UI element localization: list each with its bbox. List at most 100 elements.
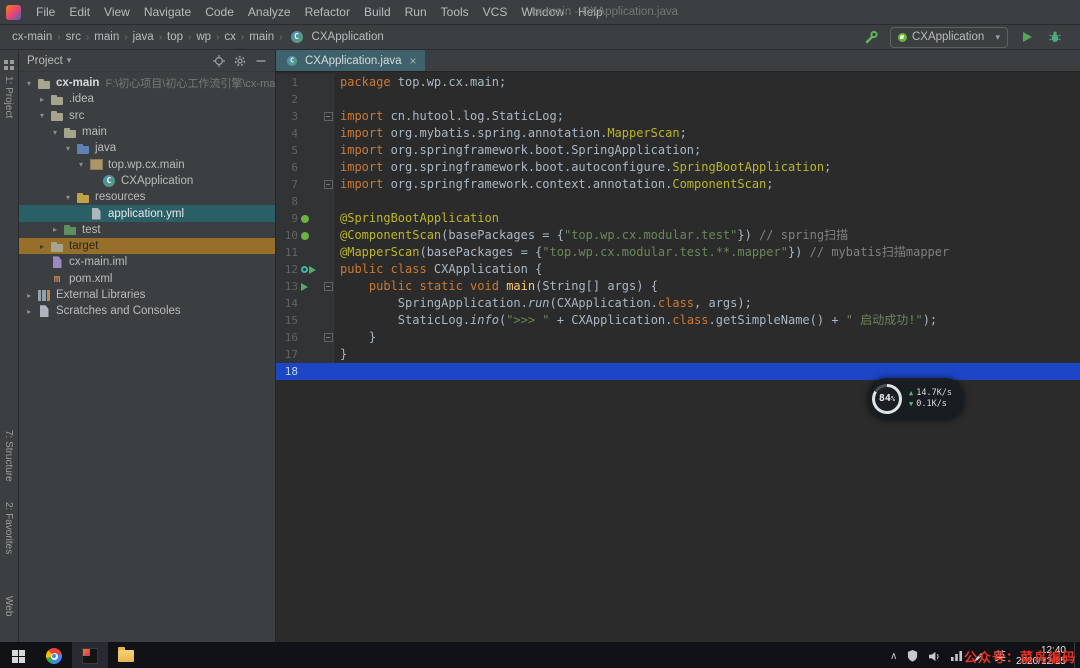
tree-item-cxapplication[interactable]: CXApplication xyxy=(19,173,275,189)
menu-code[interactable]: Code xyxy=(198,0,241,24)
code-text: public class CXApplication { xyxy=(334,261,542,278)
show-desktop-button[interactable] xyxy=(1074,642,1080,668)
fold-marker[interactable]: − xyxy=(324,333,333,342)
chevron-closed-icon[interactable]: ▸ xyxy=(36,242,48,251)
taskbar: ∧ 英 12:40 2020/12/15 公众号：菜鸟编码 xyxy=(0,642,1080,668)
tool-window-button-project[interactable]: 1: Project xyxy=(3,76,14,118)
chevron-open-icon[interactable]: ▾ xyxy=(36,111,48,120)
spring-bean-gutter-icon[interactable] xyxy=(301,215,309,223)
breadcrumb-item[interactable]: main xyxy=(247,31,276,43)
fold-marker[interactable]: − xyxy=(324,112,333,121)
tree-item-pom-xml[interactable]: pom.xml xyxy=(19,271,275,287)
tree-item-target[interactable]: ▸target xyxy=(19,238,275,254)
chevron-down-icon[interactable]: ▾ xyxy=(67,55,72,66)
menu-vcs[interactable]: VCS xyxy=(476,0,515,24)
chevron-open-icon[interactable]: ▾ xyxy=(75,160,87,169)
menu-navigate[interactable]: Navigate xyxy=(137,0,198,24)
tree-item-top-wp-cx-main[interactable]: ▾top.wp.cx.main xyxy=(19,156,275,172)
breadcrumb-separator: › xyxy=(121,32,130,43)
taskbar-clock[interactable]: 12:40 2020/12/15 xyxy=(1016,645,1066,668)
close-tab-icon[interactable]: × xyxy=(410,54,417,68)
intellij-taskbar-icon[interactable] xyxy=(72,642,108,668)
tree-item-label: External Libraries xyxy=(56,289,145,301)
chevron-closed-icon[interactable]: ▸ xyxy=(23,291,35,300)
gear-icon[interactable] xyxy=(234,55,246,67)
chevron-closed-icon[interactable]: ▸ xyxy=(36,95,48,104)
run-button[interactable] xyxy=(1018,28,1036,46)
editor-tab-cxapplication[interactable]: CXApplication.java × xyxy=(276,50,425,71)
code-text: @MapperScan(basePackages = {"top.wp.cx.m… xyxy=(334,244,949,261)
run-gutter-icon[interactable] xyxy=(301,283,308,291)
debug-button[interactable] xyxy=(1046,28,1064,46)
code-line-5: 5import org.springframework.boot.SpringA… xyxy=(276,142,1080,159)
menu-refactor[interactable]: Refactor xyxy=(298,0,357,24)
tree-item-scratches-and-consoles[interactable]: ▸Scratches and Consoles xyxy=(19,303,275,319)
hide-panel-icon[interactable] xyxy=(255,55,267,67)
code-editor[interactable]: 1package top.wp.cx.main;23−import cn.hut… xyxy=(276,72,1080,642)
net-speed-widget[interactable]: 84% ▲14.7K/s ▼0.1K/s xyxy=(868,378,964,420)
tree-item-main[interactable]: ▾main xyxy=(19,124,275,140)
tree-item-application-yml[interactable]: application.yml xyxy=(19,205,275,221)
input-language-indicator[interactable]: 英 xyxy=(994,648,1006,664)
breadcrumb-item[interactable]: main xyxy=(92,31,121,43)
breadcrumb-item-class[interactable]: CXApplication xyxy=(286,30,386,45)
wrench-icon[interactable] xyxy=(862,28,880,46)
menu-build[interactable]: Build xyxy=(357,0,398,24)
tool-window-button-web[interactable]: Web xyxy=(3,596,14,616)
menu-tools[interactable]: Tools xyxy=(434,0,476,24)
tool-windows-icon[interactable] xyxy=(4,57,14,75)
start-button[interactable] xyxy=(0,642,36,668)
folder-icon xyxy=(49,108,65,123)
tree-item-cx-main-iml[interactable]: cx-main.iml xyxy=(19,254,275,270)
breadcrumb-item[interactable]: src xyxy=(64,31,83,43)
chevron-closed-icon[interactable]: ▸ xyxy=(23,307,35,316)
breadcrumb-item[interactable]: java xyxy=(131,31,156,43)
tool-window-button-favorites[interactable]: 2: Favorites xyxy=(3,502,14,554)
gutter: 12 xyxy=(276,261,334,278)
chevron-closed-icon[interactable]: ▸ xyxy=(49,225,61,234)
chevron-open-icon[interactable]: ▾ xyxy=(62,193,74,202)
breadcrumb-item[interactable]: top xyxy=(165,31,185,43)
shield-icon[interactable] xyxy=(907,650,918,662)
chevron-open-icon[interactable]: ▾ xyxy=(23,79,35,88)
breadcrumb-item[interactable]: wp xyxy=(194,31,213,43)
menu-view[interactable]: View xyxy=(97,0,137,24)
pen-icon[interactable] xyxy=(973,651,984,662)
fold-marker[interactable]: − xyxy=(324,180,333,189)
tree-item-resources[interactable]: ▾resources xyxy=(19,189,275,205)
browser-taskbar-icon[interactable] xyxy=(36,642,72,668)
run-config-selector[interactable]: CXApplication ▾ xyxy=(890,27,1008,48)
tree-item-cx-main[interactable]: ▾cx-mainF:\初心项目\初心工作流引擎\cx-main xyxy=(19,75,275,91)
file-explorer-taskbar-icon[interactable] xyxy=(108,642,144,668)
volume-icon[interactable] xyxy=(928,651,941,662)
tree-item-test[interactable]: ▸test xyxy=(19,222,275,238)
tool-window-stripe: 1: Project 7: Structure 2: Favorites Web xyxy=(0,50,19,642)
chevron-open-icon[interactable]: ▾ xyxy=(49,128,61,137)
tree-item-external-libraries[interactable]: ▸ External Libraries xyxy=(19,287,275,303)
spring-run-gutter-icon[interactable] xyxy=(301,266,308,273)
tray-expand-icon[interactable]: ∧ xyxy=(890,651,897,662)
code-line-15: 15 StaticLog.info(">>> " + CXApplication… xyxy=(276,312,1080,329)
menu-run[interactable]: Run xyxy=(398,0,434,24)
line-number: 5 xyxy=(276,142,298,159)
fold-marker[interactable]: − xyxy=(324,282,333,291)
code-line-4: 4import org.mybatis.spring.annotation.Ma… xyxy=(276,125,1080,142)
tree-item-java[interactable]: ▾java xyxy=(19,140,275,156)
code-text: import org.mybatis.spring.annotation.Map… xyxy=(334,125,687,142)
breadcrumb-item[interactable]: cx xyxy=(222,31,238,43)
gutter: 17 xyxy=(276,346,334,363)
breadcrumb-item[interactable]: cx-main xyxy=(10,31,54,43)
locate-icon[interactable] xyxy=(213,55,225,67)
tree-item-src[interactable]: ▾src xyxy=(19,108,275,124)
menu-edit[interactable]: Edit xyxy=(62,0,97,24)
run-gutter-icon[interactable] xyxy=(309,266,316,274)
menu-file[interactable]: File xyxy=(29,0,62,24)
spring-bean-gutter-icon[interactable] xyxy=(301,232,309,240)
tree-item--idea[interactable]: ▸ .idea xyxy=(19,91,275,107)
tool-window-button-structure[interactable]: 7: Structure xyxy=(3,430,14,482)
tree-item-label: .idea xyxy=(69,93,94,105)
network-icon[interactable] xyxy=(951,651,963,661)
menu-analyze[interactable]: Analyze xyxy=(241,0,298,24)
chevron-open-icon[interactable]: ▾ xyxy=(62,144,74,153)
code-line-1: 1package top.wp.cx.main; xyxy=(276,74,1080,91)
